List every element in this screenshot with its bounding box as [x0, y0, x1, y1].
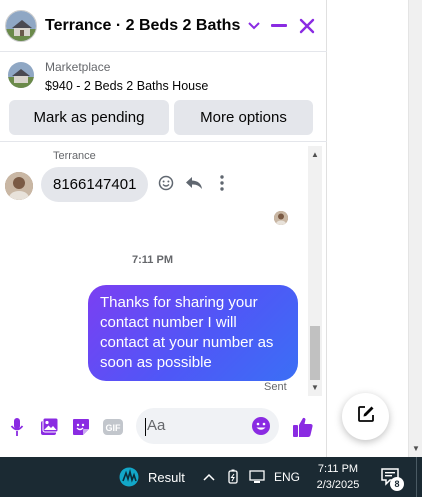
sticker-icon[interactable]: [70, 416, 92, 438]
scroll-down-arrow-icon[interactable]: ▼: [412, 444, 420, 453]
more-options-button[interactable]: More options: [174, 100, 313, 135]
scrollbar-thumb[interactable]: [310, 326, 320, 380]
battery-icon[interactable]: [224, 467, 242, 487]
message-composer: GIF Aa: [0, 396, 327, 457]
seen-avatar: [274, 211, 288, 225]
weather-icon[interactable]: [118, 466, 140, 488]
compose-icon: [356, 404, 376, 429]
notification-badge: 8: [390, 477, 404, 491]
message-scrollbar[interactable]: ▲ ▼: [308, 146, 322, 396]
scroll-down-arrow-icon[interactable]: ▼: [311, 383, 319, 392]
show-desktop-button[interactable]: [416, 457, 422, 497]
network-icon[interactable]: [246, 467, 268, 487]
marketplace-listing: Marketplace $940 - 2 Beds 2 Baths House …: [0, 52, 327, 142]
taskbar: Result ENG 7:11 PM 2/3/2025 8: [0, 457, 422, 497]
photo-icon[interactable]: [38, 416, 60, 438]
listing-thumbnail[interactable]: [8, 62, 34, 88]
message-input-placeholder: Aa: [147, 417, 166, 434]
sender-name: Terrance: [53, 150, 96, 162]
system-clock[interactable]: 7:11 PM 2/3/2025: [310, 461, 366, 493]
outgoing-message[interactable]: Thanks for sharing your contact number I…: [88, 285, 298, 381]
reply-icon[interactable]: [184, 173, 204, 193]
message-status: Sent: [264, 381, 287, 393]
mark-as-pending-button[interactable]: Mark as pending: [9, 100, 169, 135]
new-message-button[interactable]: [342, 393, 389, 440]
listing-avatar[interactable]: [5, 9, 37, 42]
incoming-message[interactable]: 8166147401: [41, 167, 149, 202]
message-actions: [156, 173, 232, 193]
clock-time: 7:11 PM: [317, 463, 359, 475]
chevron-down-icon[interactable]: [244, 14, 264, 38]
listing-source: Marketplace: [45, 60, 111, 74]
more-vertical-icon[interactable]: [212, 173, 232, 193]
chat-header: Terrance · 2 Beds 2 Baths ...: [0, 0, 327, 52]
message-list: Terrance 8166147401 7:11 PM Thanks for s…: [0, 146, 327, 396]
emoji-react-icon[interactable]: [156, 173, 176, 193]
page-scrollbar[interactable]: ▼: [408, 0, 422, 457]
chevron-up-icon[interactable]: [200, 467, 218, 487]
svg-text:GIF: GIF: [106, 423, 122, 433]
gif-icon[interactable]: GIF: [102, 416, 124, 438]
scroll-up-arrow-icon[interactable]: ▲: [311, 150, 319, 159]
listing-title[interactable]: $940 - 2 Beds 2 Baths House: [45, 79, 208, 93]
close-icon[interactable]: [296, 14, 318, 38]
chat-window: Terrance · 2 Beds 2 Baths ... Marketplac…: [0, 0, 327, 457]
clock-date: 2/3/2025: [316, 479, 360, 491]
language-indicator[interactable]: ENG: [272, 467, 302, 487]
microphone-icon[interactable]: [6, 416, 28, 438]
minimize-icon[interactable]: [268, 14, 290, 38]
text-caret: [145, 418, 146, 436]
message-timestamp: 7:11 PM: [132, 254, 173, 266]
weather-label[interactable]: Result: [148, 470, 185, 485]
thumbs-up-icon[interactable]: [292, 416, 314, 438]
chat-title[interactable]: Terrance · 2 Beds 2 Baths ...: [45, 17, 245, 35]
message-input[interactable]: Aa: [136, 408, 279, 444]
emoji-icon[interactable]: [251, 416, 271, 436]
sender-avatar[interactable]: [5, 172, 33, 200]
